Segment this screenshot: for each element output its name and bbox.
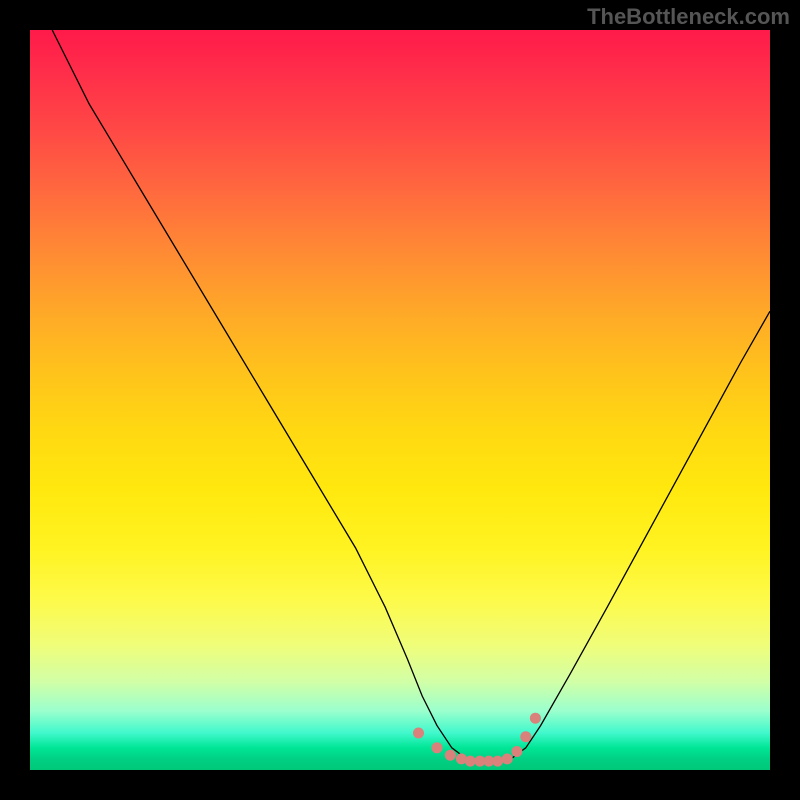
highlight-dot xyxy=(413,728,424,739)
highlight-dot xyxy=(492,756,503,767)
bottleneck-curve xyxy=(52,30,770,763)
highlight-dot xyxy=(445,750,456,761)
highlight-dot xyxy=(432,742,443,753)
highlight-dot xyxy=(465,756,476,767)
highlight-dot xyxy=(530,713,541,724)
highlight-dot xyxy=(520,731,531,742)
chart-svg xyxy=(30,30,770,770)
watermark-text: TheBottleneck.com xyxy=(587,4,790,30)
plot-area xyxy=(30,30,770,770)
highlight-dots-group xyxy=(413,713,541,767)
highlight-dot xyxy=(511,746,522,757)
highlight-dot xyxy=(502,753,513,764)
